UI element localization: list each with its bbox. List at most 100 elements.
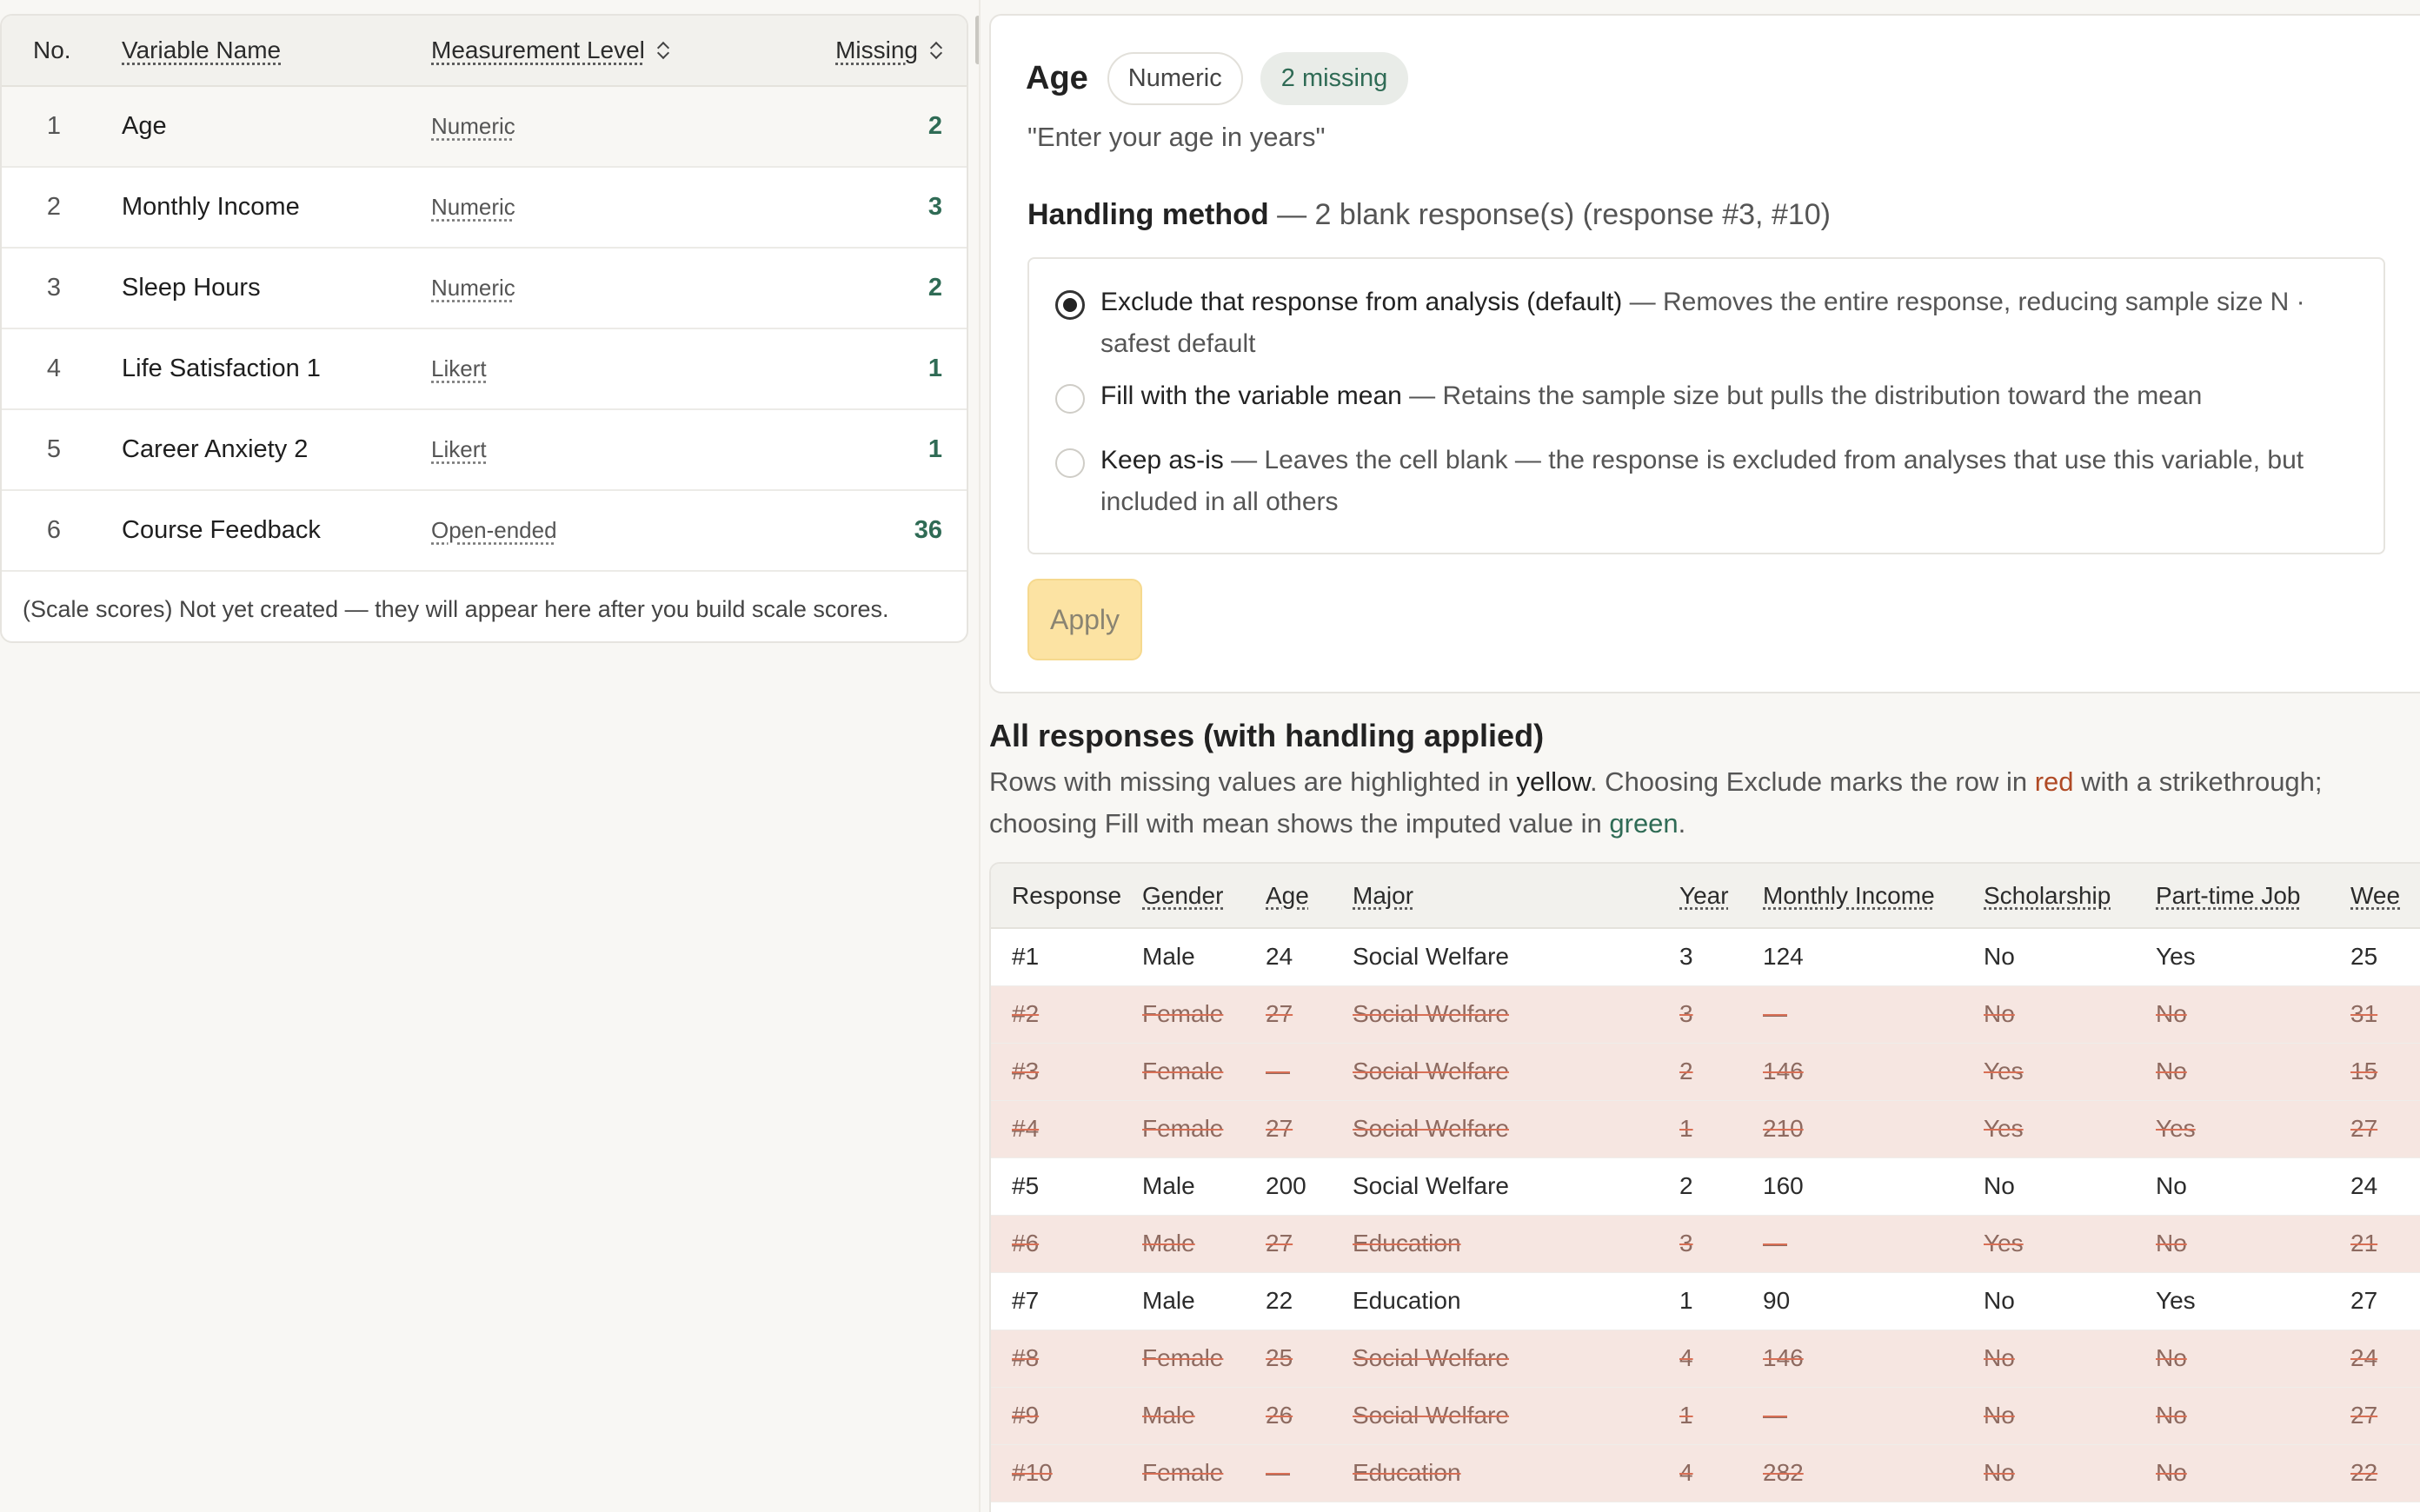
variable-missing-count: 3 bbox=[927, 193, 942, 221]
response-row[interactable]: #8 Female 25 Social Welfare 4 146 No No 24 bbox=[991, 1330, 2420, 1388]
column-header-label: Scholarship bbox=[1984, 881, 2111, 909]
response-cell: 124 bbox=[1763, 928, 1984, 986]
response-cell: 27 bbox=[2350, 1387, 2420, 1445]
scale-scores-note: (Scale scores) Not yet created — they wi… bbox=[23, 596, 889, 622]
column-header-label: Part-time Job bbox=[2156, 881, 2301, 909]
response-cell: Female bbox=[1142, 1444, 1266, 1502]
sort-icon[interactable] bbox=[657, 41, 669, 60]
variables-panel: No. Variable Name Measurement Level Miss… bbox=[0, 14, 968, 643]
variable-level-label: Numeric bbox=[431, 113, 515, 139]
responses-table: Response Gender Age Major Year Monthly Income… bbox=[991, 864, 2420, 1502]
desc-part-2: . Choosing Exclude marks the row in bbox=[1589, 766, 2035, 797]
variable-row[interactable]: 4 Life Satisfaction 1 Likert 1 bbox=[2, 329, 967, 410]
option-exclude[interactable]: Exclude that response from analysis (def… bbox=[1055, 282, 2359, 365]
variable-name: Age bbox=[122, 112, 167, 140]
response-cell: Yes bbox=[1984, 1043, 2156, 1101]
panel-divider[interactable] bbox=[979, 0, 981, 1512]
response-cell: Education bbox=[1353, 1272, 1679, 1330]
column-header-label: Gender bbox=[1142, 881, 1224, 909]
response-cell: Social Welfare bbox=[1353, 1157, 1679, 1216]
variable-no: 4 bbox=[46, 355, 62, 382]
radio-fill-mean[interactable] bbox=[1055, 384, 1085, 414]
variable-header: Age Numeric 2 missing bbox=[1026, 52, 1426, 105]
variable-row[interactable]: 2 Monthly Income Numeric 3 bbox=[2, 168, 967, 249]
response-cell: Male bbox=[1142, 1272, 1266, 1330]
response-cell: No bbox=[1984, 1330, 2156, 1388]
variable-level-label: Open-ended bbox=[431, 517, 557, 543]
response-row[interactable]: #5 Male 200 Social Welfare 2 160 No No 24 bbox=[991, 1157, 2420, 1216]
radio-keep[interactable] bbox=[1055, 448, 1085, 478]
response-row[interactable]: #6 Male 27 Education 3— Yes No 21 bbox=[991, 1215, 2420, 1273]
header-measurement-level-label: Measurement Level bbox=[431, 36, 645, 63]
response-row[interactable]: #2 Female 27 Social Welfare 3— No No 31 bbox=[991, 985, 2420, 1044]
header-missing[interactable]: Missing bbox=[796, 36, 967, 64]
response-cell: No bbox=[1984, 1387, 2156, 1445]
option-keep[interactable]: Keep as-is — Leaves the cell blank — the… bbox=[1055, 440, 2359, 523]
column-header[interactable]: Scholarship bbox=[1984, 864, 2156, 929]
variable-level: Likert bbox=[414, 355, 796, 382]
variable-missing-count: 2 bbox=[927, 112, 942, 140]
column-header[interactable]: Monthly Income bbox=[1763, 864, 1984, 929]
responses-description: Rows with missing values are highlighted… bbox=[989, 761, 2415, 845]
variable-level: Open-ended bbox=[414, 517, 796, 544]
response-cell: 4 bbox=[1679, 1330, 1763, 1388]
variable-row[interactable]: 6 Course Feedback Open-ended 36 bbox=[2, 491, 967, 572]
variable-row[interactable]: 3 Sleep Hours Numeric 2 bbox=[2, 249, 967, 329]
response-cell: — bbox=[1266, 1444, 1353, 1502]
column-header[interactable]: Wee bbox=[2350, 864, 2420, 929]
variable-row[interactable]: 5 Career Anxiety 2 Likert 1 bbox=[2, 410, 967, 491]
variable-no: 1 bbox=[46, 112, 62, 140]
response-cell: 4 bbox=[1679, 1444, 1763, 1502]
option-fill-mean[interactable]: Fill with the variable mean — Retains th… bbox=[1055, 375, 2359, 417]
variable-level: Numeric bbox=[414, 194, 796, 221]
response-row[interactable]: #9 Male 26 Social Welfare 1— No No 27 bbox=[991, 1387, 2420, 1445]
responses-table-container[interactable]: Response Gender Age Major Year Monthly Income… bbox=[989, 862, 2420, 1512]
response-cell: #8 bbox=[991, 1330, 1142, 1388]
sort-icon[interactable] bbox=[930, 41, 942, 60]
variable-no: 6 bbox=[46, 516, 62, 544]
response-cell: #9 bbox=[991, 1387, 1142, 1445]
column-header[interactable]: Response bbox=[991, 864, 1142, 929]
response-row[interactable]: #1 Male 24 Social Welfare 3 124 No Yes 25 bbox=[991, 928, 2420, 986]
responses-body: #1 Male 24 Social Welfare 3 124 No Yes 25 #2 Femal… bbox=[991, 928, 2420, 1502]
handling-method-label: Handling method bbox=[1027, 198, 1269, 231]
column-header-label: Wee bbox=[2350, 881, 2401, 909]
response-cell: 27 bbox=[1266, 1215, 1353, 1273]
response-row[interactable]: #10 Female — Education 4 282 No No 22 bbox=[991, 1444, 2420, 1502]
response-row[interactable]: #4 Female 27 Social Welfare 1 210 Yes Yes 27 bbox=[991, 1100, 2420, 1158]
variables-table-header: No. Variable Name Measurement Level Miss… bbox=[2, 16, 967, 87]
variable-no: 2 bbox=[46, 193, 62, 221]
desc-green: green bbox=[1609, 808, 1679, 839]
response-cell: No bbox=[2156, 985, 2350, 1044]
variable-level: Likert bbox=[414, 436, 796, 463]
radio-exclude[interactable] bbox=[1055, 290, 1085, 320]
variable-name: Course Feedback bbox=[122, 516, 321, 544]
response-cell: 22 bbox=[1266, 1272, 1353, 1330]
variable-name: Life Satisfaction 1 bbox=[122, 355, 321, 382]
response-row[interactable]: #3 Female — Social Welfare 2 146 Yes No 15 bbox=[991, 1043, 2420, 1101]
response-cell: Social Welfare bbox=[1353, 1330, 1679, 1388]
response-cell: 27 bbox=[2350, 1272, 2420, 1330]
response-cell: No bbox=[2156, 1387, 2350, 1445]
handling-options: Exclude that response from analysis (def… bbox=[1027, 257, 2385, 554]
response-cell: No bbox=[2156, 1215, 2350, 1273]
header-no: No. bbox=[33, 36, 71, 63]
apply-button[interactable]: Apply bbox=[1027, 579, 1142, 660]
column-header[interactable]: Age bbox=[1266, 864, 1353, 929]
response-row[interactable]: #7 Male 22 Education 1 90 No Yes 27 bbox=[991, 1272, 2420, 1330]
column-header[interactable]: Major bbox=[1353, 864, 1679, 929]
handling-method-note: — 2 blank response(s) (response #3, #10) bbox=[1268, 198, 1831, 231]
column-header[interactable]: Year bbox=[1679, 864, 1763, 929]
variable-row[interactable]: 1 Age Numeric 2 bbox=[2, 87, 967, 168]
column-header[interactable]: Part-time Job bbox=[2156, 864, 2350, 929]
response-cell: — bbox=[1763, 985, 1984, 1044]
response-cell: Social Welfare bbox=[1353, 928, 1679, 986]
response-cell: Male bbox=[1142, 1215, 1266, 1273]
column-header[interactable]: Gender bbox=[1142, 864, 1266, 929]
header-measurement-level[interactable]: Measurement Level bbox=[414, 36, 796, 64]
header-variable-name[interactable]: Variable Name bbox=[103, 36, 414, 64]
header-missing-label: Missing bbox=[835, 36, 918, 63]
response-cell: 22 bbox=[2350, 1444, 2420, 1502]
response-cell: #7 bbox=[991, 1272, 1142, 1330]
response-cell: #5 bbox=[991, 1157, 1142, 1216]
